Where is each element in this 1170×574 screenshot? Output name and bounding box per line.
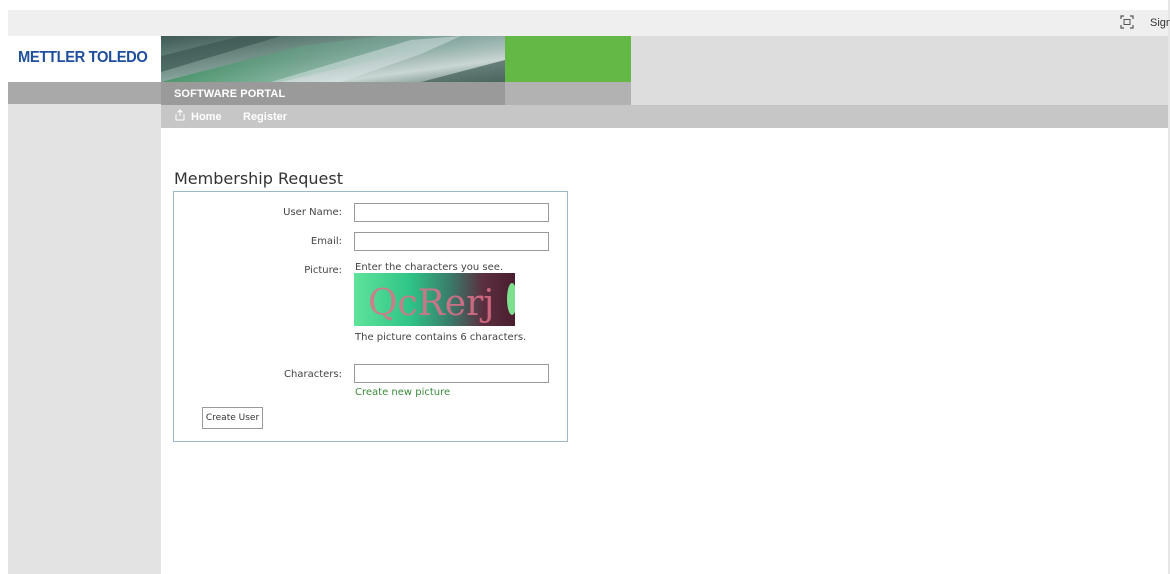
- banner-image: [161, 36, 505, 82]
- home-icon: [174, 109, 186, 124]
- left-gutter: [0, 0, 8, 574]
- left-column: METTLER TOLEDO: [8, 36, 161, 574]
- portal-title-strip: SOFTWARE PORTAL: [161, 82, 505, 105]
- logo-area: METTLER TOLEDO: [8, 36, 161, 82]
- nav-home[interactable]: Home: [174, 109, 222, 124]
- portal-title: SOFTWARE PORTAL: [174, 88, 286, 100]
- picture-label: Picture:: [304, 265, 342, 276]
- nav-home-label: Home: [191, 110, 222, 123]
- company-logo[interactable]: METTLER TOLEDO: [18, 49, 148, 67]
- page-title: Membership Request: [174, 169, 343, 188]
- picture-count-hint: The picture contains 6 characters.: [355, 332, 527, 343]
- top-bar: Sign In: [8, 10, 1170, 36]
- captcha-text: QcRerj: [368, 283, 494, 324]
- email-input[interactable]: [354, 232, 549, 251]
- membership-form: User Name: Email: Picture: Enter the cha…: [173, 191, 568, 442]
- email-label: Email:: [310, 236, 342, 247]
- banner-light-block: [631, 36, 1168, 105]
- create-new-picture-link[interactable]: Create new picture: [355, 387, 450, 398]
- portal-strip-right: [505, 82, 631, 105]
- nav-register[interactable]: Register: [243, 111, 287, 123]
- captcha-image: QcRerj: [354, 273, 517, 326]
- banner-green-block: [505, 36, 631, 82]
- characters-input[interactable]: [354, 364, 549, 383]
- username-input[interactable]: [354, 203, 549, 222]
- picture-hint: Enter the characters you see.: [355, 262, 504, 273]
- fullscreen-icon[interactable]: [1120, 15, 1134, 29]
- username-label: User Name:: [283, 207, 342, 218]
- characters-label: Characters:: [284, 369, 342, 380]
- logo-strip: [8, 82, 161, 104]
- create-user-button[interactable]: Create User: [202, 407, 263, 429]
- main-nav: Home Register: [161, 105, 1168, 128]
- sign-in-link[interactable]: Sign In: [1150, 17, 1170, 29]
